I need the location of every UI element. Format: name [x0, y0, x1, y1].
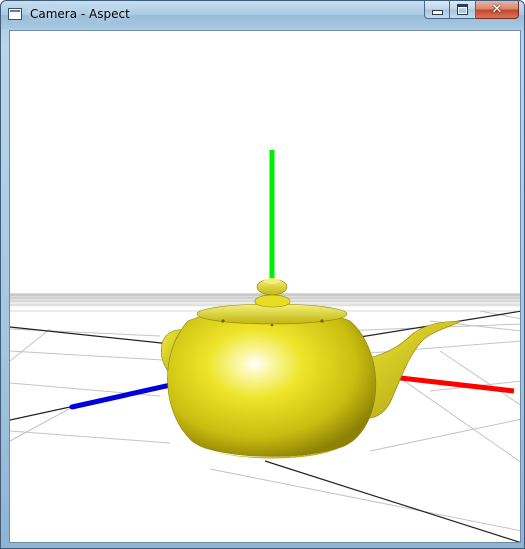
maximize-icon	[457, 4, 468, 15]
scene-canvas	[10, 150, 520, 542]
minimize-icon	[431, 10, 443, 15]
window-title: Camera - Aspect	[30, 7, 130, 21]
app-window: Camera - Aspect ✕	[0, 0, 525, 549]
teapot-body	[167, 307, 377, 457]
maximize-button[interactable]	[450, 1, 476, 19]
caption-buttons: ✕	[424, 1, 519, 20]
render-viewport[interactable]	[9, 30, 521, 543]
minimize-button[interactable]	[424, 1, 450, 19]
title-bar[interactable]: Camera - Aspect ✕	[1, 1, 524, 29]
close-icon: ✕	[491, 2, 503, 17]
close-button[interactable]: ✕	[476, 1, 519, 19]
app-icon[interactable]	[8, 8, 22, 20]
